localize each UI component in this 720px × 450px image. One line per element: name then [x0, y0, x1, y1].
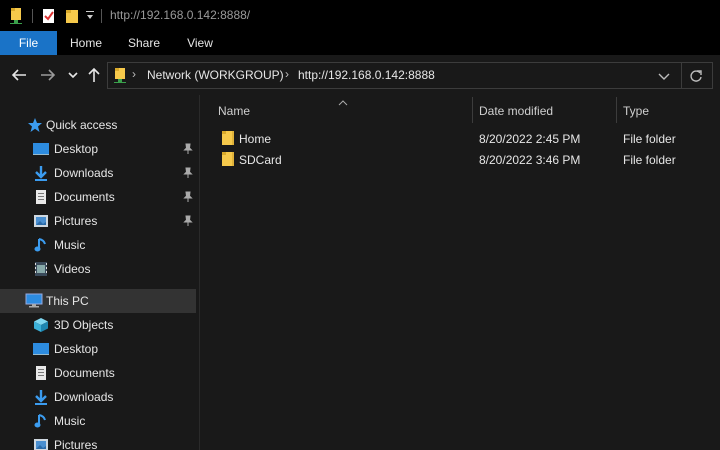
tab-home[interactable]: Home: [57, 31, 115, 55]
chevron-right-icon[interactable]: ›: [132, 67, 136, 81]
column-header-type[interactable]: Type: [623, 104, 649, 118]
address-separator: [681, 63, 682, 88]
nav-pc-pictures[interactable]: Pictures: [0, 433, 196, 450]
nav-label: Documents: [54, 190, 115, 204]
nav-quick-access[interactable]: Quick access: [0, 113, 196, 137]
nav-pc-3d-objects[interactable]: 3D Objects: [0, 313, 196, 337]
chevron-down-icon: [658, 73, 670, 80]
pin-icon[interactable]: [181, 166, 195, 180]
nav-label: Desktop: [54, 342, 99, 356]
file-type: File folder: [623, 132, 676, 146]
documents-icon: [33, 189, 49, 205]
nav-qa-pictures[interactable]: Pictures: [0, 209, 196, 233]
breadcrumb-host[interactable]: http://192.168.0.142:8888: [298, 68, 435, 82]
network-folder-icon: [114, 67, 128, 87]
new-folder-icon[interactable]: [64, 7, 80, 28]
ribbon: File Home Share View: [0, 31, 720, 55]
nav-label: Music: [54, 414, 86, 428]
download-icon: [33, 389, 49, 405]
tab-view[interactable]: View: [173, 31, 227, 55]
nav-qa-music[interactable]: Music: [0, 233, 196, 257]
nav-label: Pictures: [54, 214, 98, 228]
file-row[interactable]: Home 8/20/2022 2:45 PM File folder: [200, 128, 720, 149]
properties-icon[interactable]: [41, 7, 57, 28]
title-separator: [32, 9, 33, 23]
arrow-up-icon: [88, 67, 100, 82]
file-list: Name Date modified Type Home 8/20/2022 2…: [200, 95, 720, 450]
music-icon: [33, 237, 49, 253]
nav-label: Pictures: [54, 438, 98, 450]
nav-this-pc[interactable]: This PC: [0, 289, 196, 313]
nav-qa-videos[interactable]: Videos: [0, 257, 196, 281]
refresh-icon: [690, 70, 702, 82]
title-bar: http://192.168.0.142:8888/: [0, 0, 720, 31]
file-date: 8/20/2022 2:45 PM: [479, 132, 581, 146]
column-divider[interactable]: [472, 97, 473, 123]
network-folder-icon[interactable]: [9, 7, 25, 28]
address-bar[interactable]: › Network (WORKGROUP) › http://192.168.0…: [107, 62, 713, 89]
column-divider[interactable]: [616, 97, 617, 123]
nav-label: 3D Objects: [54, 318, 114, 332]
pin-icon[interactable]: [181, 214, 195, 228]
customize-toolbar-icon[interactable]: [85, 9, 95, 24]
nav-qa-downloads[interactable]: Downloads: [0, 161, 196, 185]
window-title: http://192.168.0.142:8888/: [110, 8, 251, 22]
desktop-icon: [33, 141, 49, 157]
column-header-date-modified[interactable]: Date modified: [479, 104, 553, 118]
arrow-right-icon: [41, 69, 56, 81]
forward-button[interactable]: [39, 66, 57, 84]
file-date: 8/20/2022 3:46 PM: [479, 153, 581, 167]
nav-label: This PC: [46, 294, 89, 308]
nav-pc-documents[interactable]: Documents: [0, 361, 196, 385]
arrow-left-icon: [11, 69, 26, 81]
title-separator: [101, 9, 102, 23]
file-name: SDCard: [239, 153, 282, 167]
cube-icon: [33, 317, 49, 333]
computer-icon: [25, 293, 43, 309]
nav-pc-desktop[interactable]: Desktop: [0, 337, 196, 361]
file-type: File folder: [623, 153, 676, 167]
up-button[interactable]: [85, 66, 103, 84]
nav-pc-music[interactable]: Music: [0, 409, 196, 433]
sort-ascending-icon: [338, 95, 348, 106]
nav-label: Downloads: [54, 390, 114, 404]
folder-icon: [221, 151, 236, 167]
chevron-down-icon: [68, 72, 78, 79]
pictures-icon: [33, 213, 49, 229]
nav-pc-downloads[interactable]: Downloads: [0, 385, 196, 409]
pin-icon[interactable]: [181, 190, 195, 204]
refresh-button[interactable]: [686, 66, 706, 86]
back-button[interactable]: [10, 66, 28, 84]
music-icon: [33, 413, 49, 429]
nav-label: Desktop: [54, 142, 99, 156]
navigation-bar: › Network (WORKGROUP) › http://192.168.0…: [0, 55, 720, 95]
breadcrumb-network[interactable]: Network (WORKGROUP): [147, 68, 284, 82]
navigation-pane: Quick access Desktop Downloads Documents…: [0, 95, 199, 450]
nav-qa-desktop[interactable]: Desktop: [0, 137, 196, 161]
file-row[interactable]: SDCard 8/20/2022 3:46 PM File folder: [200, 149, 720, 170]
nav-label: Music: [54, 238, 86, 252]
nav-label: Documents: [54, 366, 115, 380]
pictures-icon: [33, 437, 49, 450]
recent-locations-button[interactable]: [64, 66, 82, 84]
nav-label: Downloads: [54, 166, 114, 180]
nav-qa-documents[interactable]: Documents: [0, 185, 196, 209]
file-name: Home: [239, 132, 272, 146]
column-header-name[interactable]: Name: [218, 104, 250, 118]
pin-icon[interactable]: [181, 142, 195, 156]
chevron-right-icon[interactable]: ›: [285, 67, 289, 81]
tab-file[interactable]: File: [0, 31, 57, 55]
documents-icon: [33, 365, 49, 381]
nav-label: Videos: [54, 262, 91, 276]
nav-label: Quick access: [46, 118, 118, 132]
desktop-icon: [33, 341, 49, 357]
address-dropdown-button[interactable]: [654, 66, 674, 86]
folder-icon: [221, 130, 236, 146]
download-icon: [33, 165, 49, 181]
videos-icon: [33, 261, 49, 277]
tab-share[interactable]: Share: [115, 31, 173, 55]
star-icon: [27, 117, 43, 133]
